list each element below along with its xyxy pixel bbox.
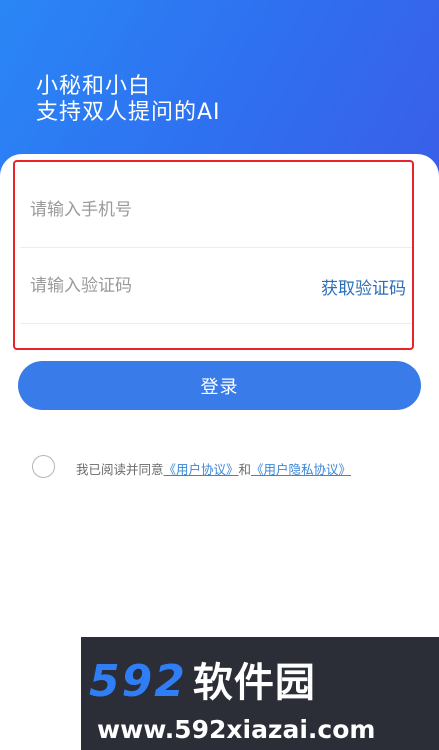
agreement-prefix: 我已阅读并同意 [76,462,164,477]
code-field-row: 获取验证码 [20,248,412,324]
site-watermark: 592 软件园 www.592xiazai.com [81,637,439,750]
agreement-and: 和 [238,462,252,477]
verification-code-input[interactable] [30,248,290,323]
user-agreement-link[interactable]: 《用户协议》 [164,462,239,477]
slogan-line-2: 支持双人提问的AI [36,100,221,125]
watermark-name: 软件园 [192,660,316,706]
agree-radio[interactable] [32,455,55,478]
privacy-policy-link[interactable]: 《用户隐私协议》 [251,462,351,477]
agreement-text: 我已阅读并同意《用户协议》和《用户隐私协议》 [76,459,351,478]
slogan-line-1: 小秘和小白 [36,74,152,99]
watermark-url: www.592xiazai.com [97,715,376,744]
agreement-row: 我已阅读并同意《用户协议》和《用户隐私协议》 [32,455,422,479]
phone-input[interactable] [30,172,290,247]
get-code-button[interactable]: 获取验证码 [321,274,406,299]
phone-field-row [20,172,412,248]
watermark-logo: 592 软件园 [89,656,316,707]
login-button[interactable]: 登录 [18,361,421,410]
watermark-number: 592 [89,656,187,707]
app-slogan: 小秘和小白 支持双人提问的AI [36,74,221,126]
